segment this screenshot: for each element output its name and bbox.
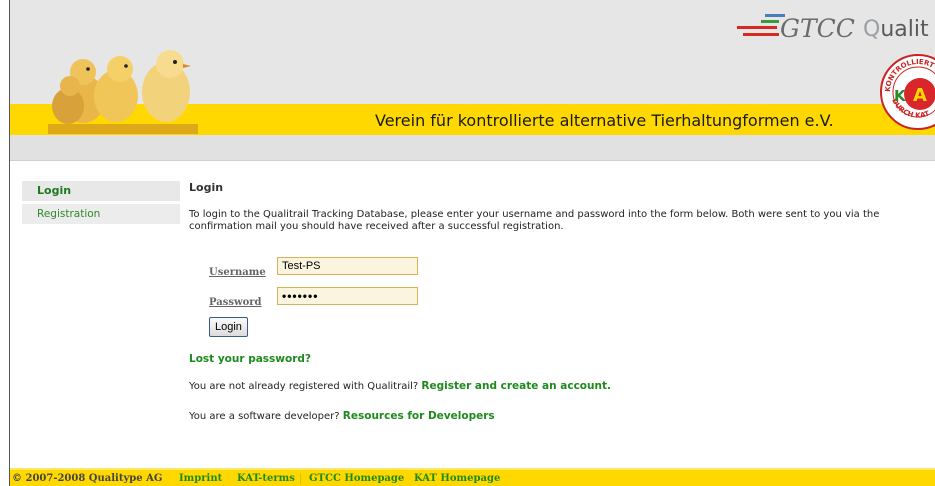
qualitrail-logo-rest: ualit (880, 17, 929, 42)
footer: © 2007-2008 Qualitype AG Imprint KAT-ter… (10, 468, 935, 486)
footer-copyright: © 2007-2008 Qualitype AG (12, 473, 163, 484)
header-tagline: Verein für kontrollierte alternative Tie… (375, 111, 834, 130)
main-content: Login To login to the Qualitrail Trackin… (189, 181, 929, 422)
header-banner: GTCC Qualit KONTROLLIERT DURCH KAT A K V… (10, 0, 935, 135)
qualitrail-logo-q: Q (863, 17, 881, 42)
developer-paragraph: You are a software developer? Resources … (189, 410, 929, 422)
footer-link-gtcc-homepage[interactable]: GTCC Homepage (309, 473, 404, 484)
not-registered-text: You are not already registered with Qual… (189, 381, 419, 392)
sidebar-item-login[interactable]: Login (22, 181, 180, 201)
page-frame: GTCC Qualit KONTROLLIERT DURCH KAT A K V… (9, 0, 935, 486)
register-link[interactable]: Register and create an account. (421, 380, 611, 392)
chicks-image (48, 50, 198, 134)
sidebar: Login Registration (22, 181, 180, 227)
password-row: Password (209, 287, 929, 311)
password-label: Password (209, 297, 262, 308)
kat-logo-center: A (913, 85, 927, 106)
developer-text: You are a software developer? (189, 411, 340, 422)
sidebar-item-registration[interactable]: Registration (22, 204, 180, 224)
password-field[interactable] (277, 287, 418, 305)
username-row: Username (209, 257, 929, 281)
kat-logo-left: K (894, 87, 907, 105)
login-intro-text: To login to the Qualitrail Tracking Data… (189, 209, 880, 232)
login-button[interactable]: Login (209, 317, 248, 337)
footer-separator: | (299, 473, 303, 484)
developer-link[interactable]: Resources for Developers (343, 410, 495, 422)
gtcc-logo-text: GTCC (780, 14, 855, 43)
register-paragraph: You are not already registered with Qual… (189, 380, 929, 392)
footer-link-kat-homepage[interactable]: KAT Homepage (414, 473, 500, 484)
page-title: Login (189, 181, 224, 194)
username-field[interactable] (277, 257, 418, 275)
footer-link-kat-terms[interactable]: KAT-terms (237, 473, 295, 484)
footer-link-imprint[interactable]: Imprint (179, 473, 222, 484)
username-label: Username (209, 267, 266, 278)
lost-password-link[interactable]: Lost your password? (189, 353, 929, 365)
kat-logo: KONTROLLIERT DURCH KAT A K (880, 54, 935, 130)
header-subbar (10, 135, 935, 161)
qualitrail-logo: Qualit (863, 17, 929, 42)
